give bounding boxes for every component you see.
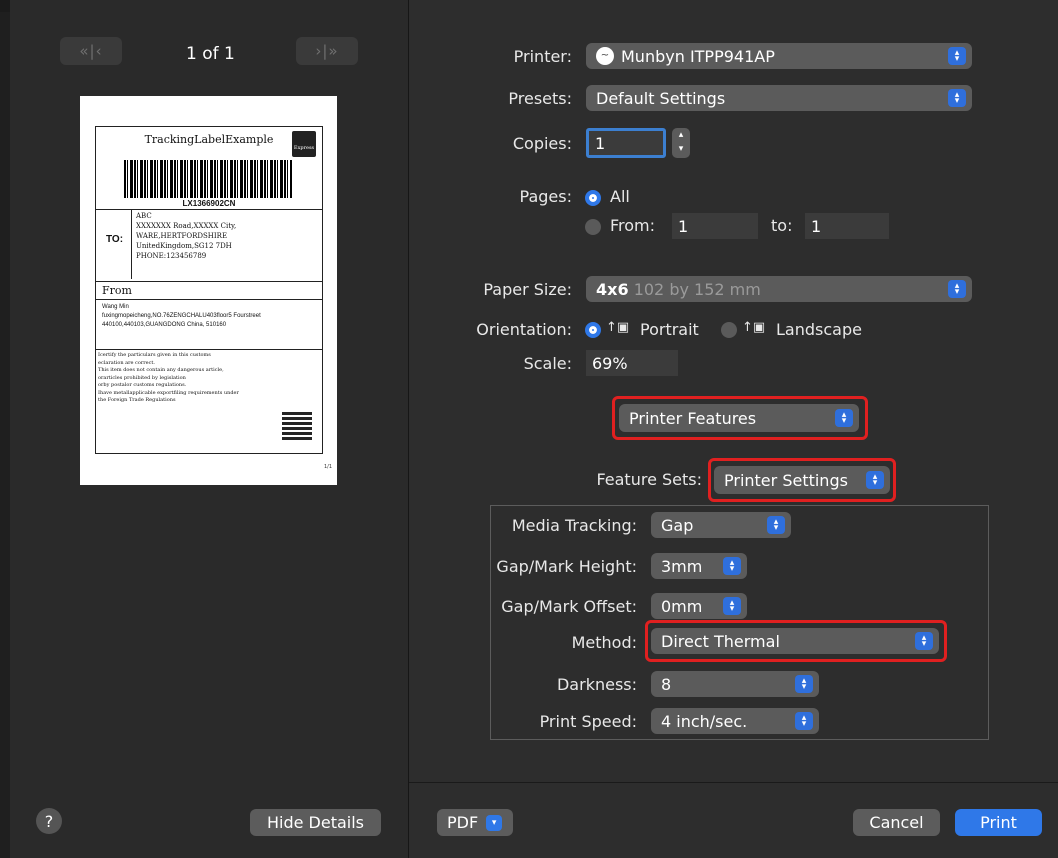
pdf-label: PDF xyxy=(447,813,479,832)
gap-offset-label: Gap/Mark Offset: xyxy=(501,597,637,616)
portrait-icon: ↑▣ xyxy=(606,320,630,335)
customs-declaration: Icertify the particulars given in this c… xyxy=(98,352,239,403)
copies-input[interactable]: 1 xyxy=(586,128,666,158)
divider xyxy=(96,209,322,210)
media-tracking-value: Gap xyxy=(661,515,694,535)
print-speed-label: Print Speed: xyxy=(539,712,637,731)
page-preview: TrackingLabelExample Express LX1366902CN… xyxy=(80,96,337,485)
qr-code xyxy=(282,410,312,440)
chevron-updown-icon: ▴ ▾ xyxy=(795,675,813,693)
page-number: 1/1 xyxy=(323,464,332,470)
copies-stepper[interactable]: ▴ ▾ xyxy=(672,128,690,158)
pages-all-label: All xyxy=(610,187,630,206)
copies-label: Copies: xyxy=(512,134,572,153)
print-speed-select[interactable]: 4 inch/sec. ▴ ▾ xyxy=(651,708,819,734)
method-value: Direct Thermal xyxy=(661,631,780,651)
pages-range-radio[interactable] xyxy=(585,219,601,235)
next-page-button[interactable]: ›|» xyxy=(296,37,358,65)
section-value: Printer Features xyxy=(629,408,757,428)
scale-label: Scale: xyxy=(523,354,572,373)
media-tracking-select[interactable]: Gap ▴ ▾ xyxy=(651,512,791,538)
gap-height-label: Gap/Mark Height: xyxy=(496,557,637,576)
pages-label: Pages: xyxy=(519,187,572,206)
divider xyxy=(96,349,322,350)
chevron-updown-icon: ▴ ▾ xyxy=(767,516,785,534)
chevron-updown-icon: ▴ ▾ xyxy=(948,89,966,107)
portrait-radio[interactable] xyxy=(585,322,601,338)
label-title: TrackingLabelExample xyxy=(144,133,274,146)
media-tracking-label: Media Tracking: xyxy=(511,516,637,535)
chevron-down-icon: ▾ xyxy=(486,814,503,831)
footer-divider xyxy=(409,782,1058,783)
landscape-radio[interactable] xyxy=(721,322,737,338)
pages-to-label: to: xyxy=(771,216,793,235)
method-select[interactable]: Direct Thermal ▴ ▾ xyxy=(651,628,939,654)
orientation-label: Orientation: xyxy=(476,320,572,339)
presets-value: Default Settings xyxy=(596,88,726,108)
method-label: Method: xyxy=(571,633,637,652)
feature-sets-select[interactable]: Printer Settings ▴ ▾ xyxy=(714,466,890,494)
section-select[interactable]: Printer Features ▴ ▾ xyxy=(619,404,859,432)
barcode-number: LX1366902CN xyxy=(182,199,236,208)
chevron-updown-icon: ▴ ▾ xyxy=(835,409,853,427)
divider xyxy=(96,299,322,300)
paper-size-label: Paper Size: xyxy=(483,280,572,299)
presets-select[interactable]: Default Settings ▴ ▾ xyxy=(586,85,972,111)
printer-value: Munbyn ITPP941AP xyxy=(621,46,775,66)
from-address: Wang Min fuxingmopeicheng,NO.76ZENGCHALU… xyxy=(102,304,261,328)
express-logo: Express xyxy=(292,131,316,157)
print-button[interactable]: Print xyxy=(955,809,1042,836)
gap-height-select[interactable]: 3mm ▴ ▾ xyxy=(651,553,747,579)
landscape-label: Landscape xyxy=(776,320,862,339)
printer-label: Printer: xyxy=(513,47,572,66)
divider xyxy=(96,281,322,282)
pages-all-radio[interactable] xyxy=(585,190,601,206)
chevron-updown-icon: ▴ ▾ xyxy=(948,47,966,65)
scale-input[interactable]: 69% xyxy=(586,350,678,376)
darkness-select[interactable]: 8 ▴ ▾ xyxy=(651,671,819,697)
paper-size-dimensions: 102 by 152 mm xyxy=(633,279,761,299)
pdf-menu-button[interactable]: PDF ▾ xyxy=(437,809,513,836)
chevron-updown-icon: ▴ ▾ xyxy=(795,712,813,730)
gap-offset-value: 0mm xyxy=(661,596,703,616)
help-button[interactable]: ? xyxy=(36,808,62,834)
presets-label: Presets: xyxy=(508,89,572,108)
printer-icon: ~ xyxy=(596,47,614,65)
divider xyxy=(131,209,132,279)
previous-page-button[interactable]: «|‹ xyxy=(60,37,122,65)
barcode xyxy=(124,160,292,198)
gap-height-value: 3mm xyxy=(661,556,703,576)
gap-offset-select[interactable]: 0mm ▴ ▾ xyxy=(651,593,747,619)
to-address: ABC XXXXXXX Road,XXXXX City, WARE,HERTFO… xyxy=(136,212,237,260)
pages-to-input[interactable]: 1 xyxy=(805,213,889,239)
paper-size-value: 4x6 xyxy=(596,279,629,299)
cancel-button[interactable]: Cancel xyxy=(853,809,940,836)
paper-size-select[interactable]: 4x6 102 by 152 mm ▴ ▾ xyxy=(586,276,972,302)
chevron-updown-icon: ▴ ▾ xyxy=(723,557,741,575)
printer-select[interactable]: ~ Munbyn ITPP941AP ▴ ▾ xyxy=(586,43,972,69)
pages-from-label: From: xyxy=(610,216,656,235)
landscape-icon: ↑▣ xyxy=(742,320,766,335)
print-speed-value: 4 inch/sec. xyxy=(661,711,748,731)
page-indicator: 1 of 1 xyxy=(186,44,235,64)
portrait-label: Portrait xyxy=(640,320,699,339)
chevron-updown-icon: ▴ ▾ xyxy=(915,632,933,650)
feature-sets-value: Printer Settings xyxy=(724,470,848,490)
from-heading: From xyxy=(102,284,132,297)
darkness-value: 8 xyxy=(661,674,672,694)
chevron-updown-icon: ▴ ▾ xyxy=(948,280,966,298)
shipping-label: TrackingLabelExample Express LX1366902CN… xyxy=(95,126,323,454)
pages-from-input[interactable]: 1 xyxy=(672,213,758,239)
chevron-updown-icon: ▴ ▾ xyxy=(723,597,741,615)
hide-details-button[interactable]: Hide Details xyxy=(250,809,381,836)
feature-sets-label: Feature Sets: xyxy=(596,470,702,489)
chevron-updown-icon: ▴ ▾ xyxy=(866,471,884,489)
to-heading: TO: xyxy=(106,234,124,245)
darkness-label: Darkness: xyxy=(556,675,637,694)
